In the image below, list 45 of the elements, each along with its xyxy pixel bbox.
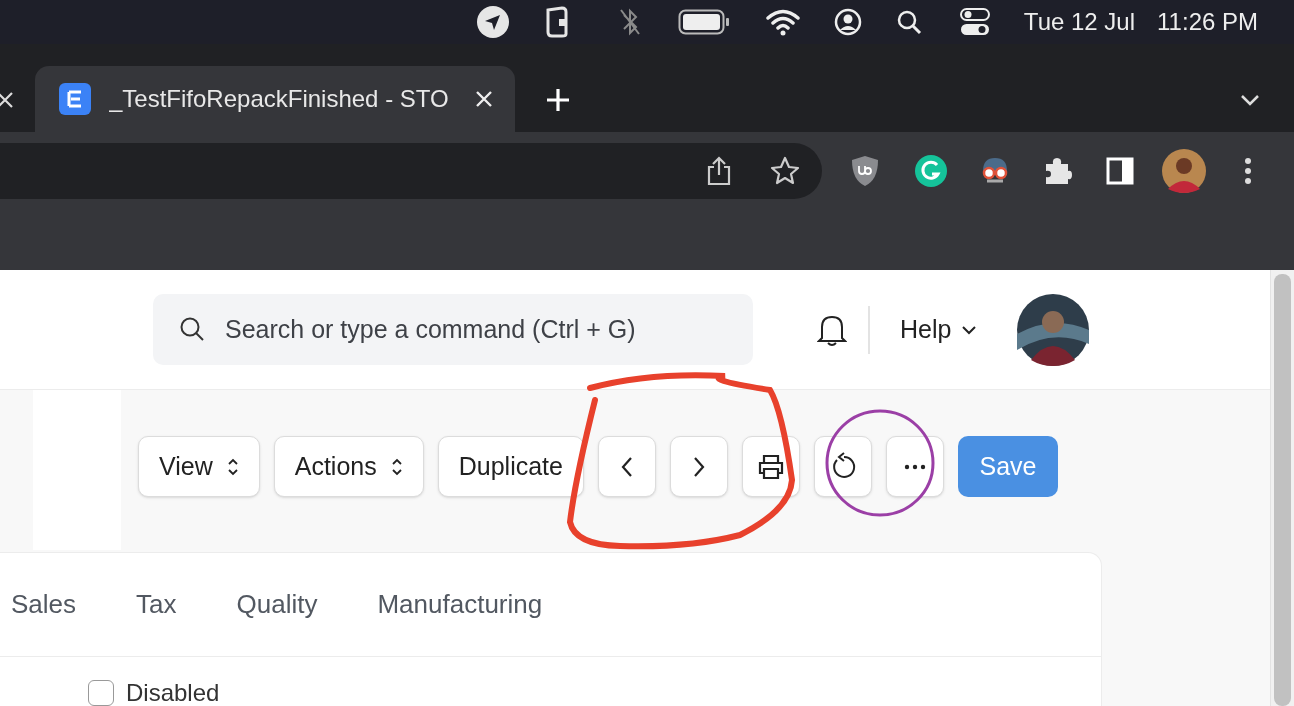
toggle-icon[interactable] — [959, 7, 990, 37]
avatar[interactable] — [1017, 293, 1090, 366]
checkbox-label: Disabled — [126, 678, 220, 706]
form-tab[interactable]: Manufacturing — [377, 552, 543, 657]
reload-button[interactable] — [813, 436, 872, 497]
sidebar-icon[interactable] — [1106, 157, 1134, 185]
menu-bar-clock[interactable]: 11:26 PM — [1157, 4, 1258, 40]
tab-title: _TestFifoRepackFinished - STO — [109, 84, 450, 114]
user-icon[interactable] — [833, 8, 862, 36]
chevron-left-icon — [619, 455, 634, 478]
close-icon[interactable] — [0, 92, 14, 108]
bluetooth-off-icon[interactable] — [617, 7, 642, 37]
chevron-down-icon — [961, 324, 978, 335]
form-tab[interactable]: Tax — [136, 552, 177, 657]
app-icon — [59, 83, 91, 115]
printer-icon — [756, 453, 785, 480]
duplicate-button[interactable]: Duplicate — [437, 436, 584, 497]
sort-icon — [226, 456, 239, 477]
form-tab[interactable]: Quality — [236, 552, 318, 657]
shield-icon[interactable] — [850, 154, 880, 188]
chevron-right-icon — [691, 455, 706, 478]
search-icon[interactable] — [895, 9, 922, 35]
share-icon — [706, 156, 732, 186]
browser-tab[interactable]: _TestFifoRepackFinished - STO — [35, 66, 515, 132]
close-icon[interactable] — [475, 90, 493, 108]
checkbox[interactable] — [88, 680, 114, 706]
dropdown-button[interactable]: Actions — [273, 436, 424, 497]
chevron-down-icon[interactable] — [1240, 94, 1260, 106]
sort-icon — [390, 456, 403, 477]
battery-icon[interactable] — [677, 9, 730, 35]
new-tab-icon[interactable] — [545, 87, 571, 113]
ellipsis-icon — [903, 463, 926, 470]
scrollbar-thumb[interactable] — [1274, 274, 1291, 706]
search-icon — [179, 316, 205, 342]
form-tab[interactable]: Sales — [11, 552, 77, 657]
help-menu[interactable]: Help — [900, 310, 978, 349]
dropdown-button[interactable]: View — [138, 436, 260, 497]
location-icon[interactable] — [475, 5, 510, 39]
menu-bar-date[interactable]: Tue 12 Jul — [1023, 4, 1136, 40]
star-icon — [770, 156, 800, 186]
more-button[interactable] — [885, 436, 944, 497]
more-vertical-icon[interactable] — [1244, 157, 1252, 185]
wifi-icon[interactable] — [765, 8, 800, 36]
grammar-extension-icon[interactable] — [914, 154, 948, 188]
search-field[interactable]: Search or type a command (Ctrl + G) — [153, 294, 753, 365]
